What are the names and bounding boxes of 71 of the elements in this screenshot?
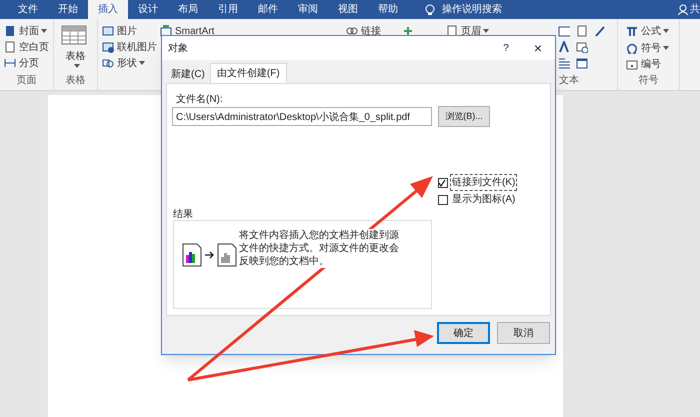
ribbon-button[interactable]: 空白页 — [4, 39, 53, 55]
dialog-button[interactable]: 确定 — [437, 322, 490, 344]
menu-tab[interactable]: 视图 — [328, 0, 368, 19]
ribbon-button[interactable]: SmartArt — [160, 24, 214, 38]
shapes-icon — [102, 57, 114, 69]
ribbon-button[interactable]: 封面 — [4, 23, 53, 39]
table-button[interactable]: 表格 — [61, 25, 90, 68]
pi-icon — [626, 25, 638, 38]
checkbox[interactable] — [438, 178, 448, 188]
menu-tab[interactable]: 审阅 — [288, 0, 328, 19]
caret-icon — [663, 46, 669, 50]
field-label: 文件名(N): — [176, 92, 223, 107]
caret-icon — [74, 64, 80, 68]
picture-icon — [102, 25, 114, 37]
dialog-tab[interactable]: 新建(C) — [166, 66, 210, 83]
caret-icon — [139, 61, 145, 65]
page-break-icon — [4, 57, 16, 69]
ribbon-button[interactable]: 图片 — [102, 23, 160, 39]
menu-tab[interactable]: 插入 — [88, 0, 128, 19]
dialog-tab[interactable]: 由文件创建(F) — [210, 63, 287, 83]
group-label: 表格 — [66, 74, 86, 88]
ribbon-button[interactable]: 符号 — [626, 40, 679, 56]
tell-me-search[interactable]: 操作说明搜索 — [442, 0, 502, 19]
plus-icon — [403, 26, 413, 36]
group-label: 文本 — [558, 74, 580, 88]
online-picture-icon — [102, 41, 114, 53]
share-button[interactable]: 共 — [690, 0, 700, 19]
help-button[interactable]: ? — [491, 40, 521, 56]
table-icon — [61, 25, 87, 45]
smartart-icon — [160, 25, 172, 37]
caret-icon — [41, 29, 47, 33]
group-label: 符号 — [638, 74, 660, 88]
menu-tab[interactable]: 帮助 — [368, 0, 408, 19]
ribbon-button[interactable]: 公式 — [626, 23, 679, 40]
colored-chart-document-icon — [182, 243, 202, 267]
object-icon — [576, 57, 588, 69]
ribbon-button[interactable]: 分页 — [4, 55, 53, 71]
chart-document-icon — [217, 243, 237, 267]
lightbulb-icon — [424, 4, 436, 16]
ribbon-button[interactable]: 形状 — [102, 55, 160, 71]
result-description: 将文件内容插入您的文档并创建到源文件的快捷方式。对源文件的更改会反映到您的文档中。 — [239, 229, 402, 268]
number-icon — [626, 58, 638, 71]
blank-page-icon — [4, 41, 16, 53]
text-box-icon — [558, 25, 570, 37]
ribbon-button[interactable]: 编号 — [626, 56, 679, 74]
group-label: 结果 — [173, 208, 193, 222]
menu-tab[interactable]: 布局 — [168, 0, 208, 19]
ribbon-button[interactable]: 联机图片 — [102, 39, 160, 55]
link-icon — [346, 25, 358, 37]
person-icon — [678, 4, 688, 15]
dialog-title: 对象 — [168, 42, 189, 56]
checkbox-label[interactable]: 链接到文件(K) — [451, 175, 516, 190]
cover-page-icon — [4, 25, 16, 37]
checkbox[interactable] — [438, 194, 448, 204]
caret-icon — [663, 29, 669, 34]
arrow-right-icon — [205, 251, 214, 259]
checkbox-label[interactable]: 显示为图标(A) — [451, 192, 516, 207]
file-name-field[interactable]: C:\Users\Administrator\Desktop\小说合集_0_split.pdf — [172, 107, 432, 126]
caret-icon — [483, 29, 489, 33]
dialog-button[interactable]: 取消 — [497, 322, 550, 344]
menu-tab[interactable]: 引用 — [208, 0, 248, 19]
menu-tab[interactable]: 设计 — [128, 0, 168, 19]
menu-tab[interactable]: 文件 — [8, 0, 48, 19]
ribbon-button[interactable]: 链接 — [346, 24, 381, 38]
close-button[interactable]: × — [521, 38, 555, 58]
check-icon — [438, 178, 446, 186]
omega-icon — [626, 42, 638, 54]
browse-button[interactable]: 浏览(B)... — [438, 106, 490, 127]
menu-tab[interactable]: 开始 — [48, 0, 88, 19]
group-label: 页面 — [16, 74, 38, 88]
menu-tab[interactable]: 邮件 — [248, 0, 288, 19]
